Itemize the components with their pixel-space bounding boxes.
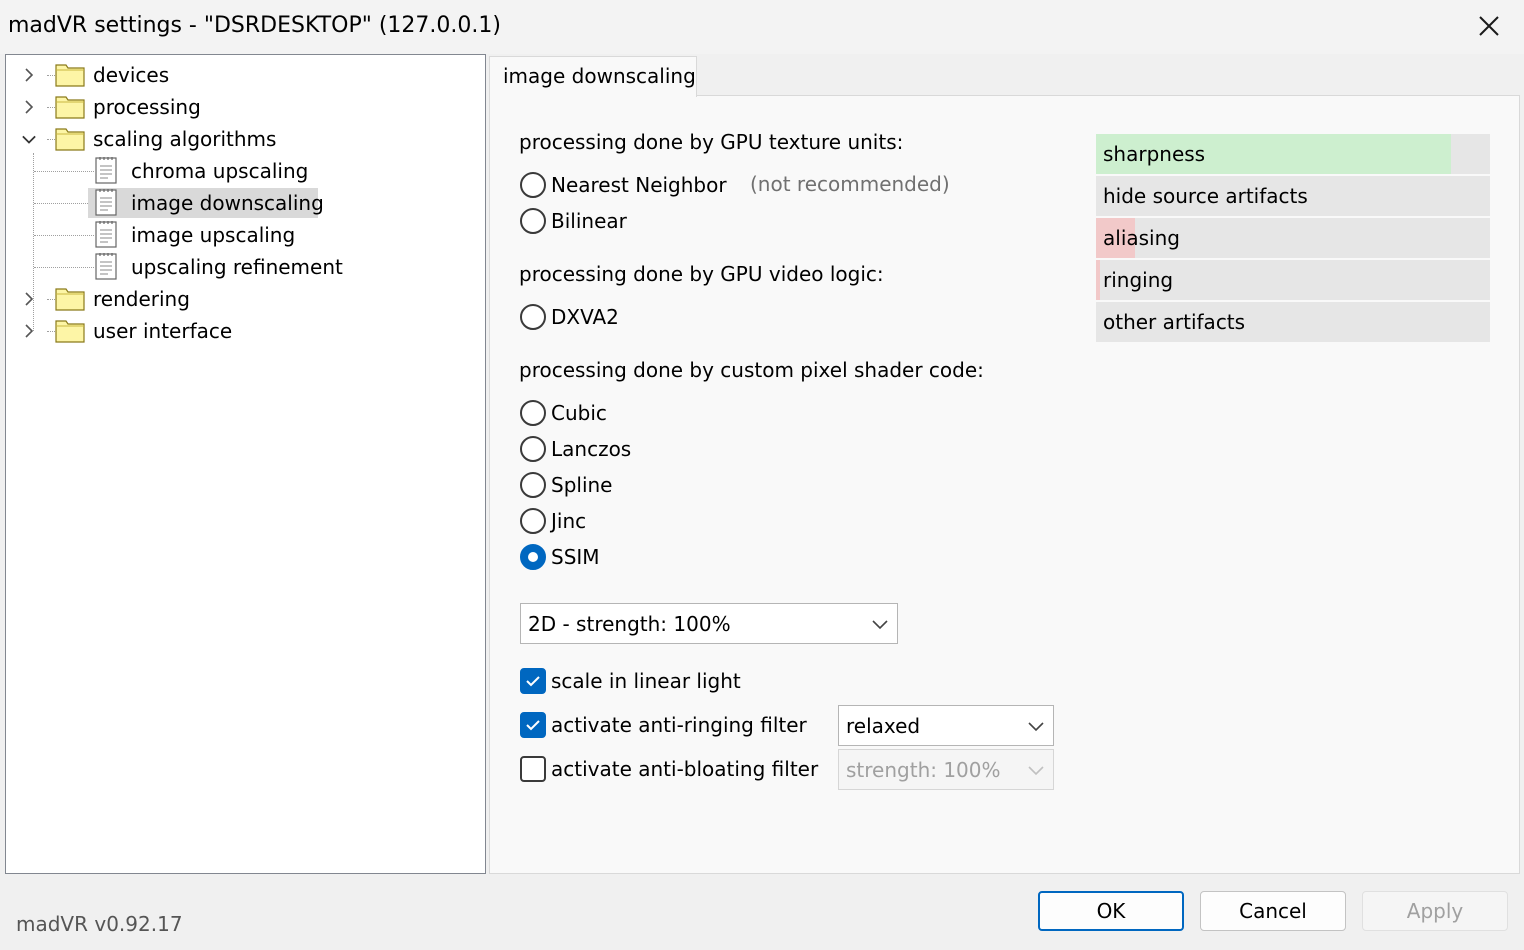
strength-value: 2D - strength: 100% xyxy=(528,611,731,636)
anti-ringing-dropdown[interactable]: relaxed xyxy=(838,705,1054,746)
title-bar: madVR settings - "DSRDESKTOP" (127.0.0.1… xyxy=(0,0,1524,54)
anti-ringing-value: relaxed xyxy=(846,713,921,738)
quality-label: other artifacts xyxy=(1103,310,1246,334)
chevron-right-icon[interactable] xyxy=(22,292,36,306)
radio-dxva2[interactable]: DXVA2 xyxy=(520,304,619,330)
chevron-down-icon xyxy=(1028,765,1044,775)
quality-bar-ringing: ringing xyxy=(1096,260,1490,300)
page-icon xyxy=(94,252,118,285)
radio-label: SSIM xyxy=(551,545,600,569)
chevron-right-icon[interactable] xyxy=(22,100,36,114)
checkbox-linear-light[interactable]: scale in linear light xyxy=(520,668,741,694)
checkbox-anti-ringing[interactable]: activate anti-ringing filter xyxy=(520,712,807,738)
radio-nearest-neighbor[interactable]: Nearest Neighbor xyxy=(520,172,727,198)
radio-circle xyxy=(520,544,546,570)
tree-item-label: scaling algorithms xyxy=(93,127,277,151)
chevron-right-icon[interactable] xyxy=(22,68,36,82)
tree-item-label: user interface xyxy=(93,319,233,343)
quality-bar-aliasing: aliasing xyxy=(1096,218,1490,258)
pixel-shader-label: processing done by custom pixel shader c… xyxy=(519,358,984,382)
tree-item-label: devices xyxy=(93,63,170,87)
folder-icon xyxy=(55,317,85,348)
tree-item-label: upscaling refinement xyxy=(131,255,343,279)
settings-tree[interactable]: devices processing scaling algorithms ch… xyxy=(5,54,486,874)
radio-circle xyxy=(520,400,546,426)
radio-label: Jinc xyxy=(551,509,587,533)
radio-label: Nearest Neighbor xyxy=(551,173,727,197)
anti-bloating-dropdown: strength: 100% xyxy=(838,749,1054,790)
checkbox-label: activate anti-bloating filter xyxy=(551,757,819,781)
radio-jinc[interactable]: Jinc xyxy=(520,508,586,534)
radio-ssim[interactable]: SSIM xyxy=(520,544,600,570)
radio-circle xyxy=(520,436,546,462)
page-icon xyxy=(94,156,118,189)
tab-image-downscaling[interactable]: image downscaling xyxy=(489,56,697,97)
quality-bar-sharpness: sharpness xyxy=(1096,134,1490,174)
radio-cubic[interactable]: Cubic xyxy=(520,400,607,426)
gpu-video-label: processing done by GPU video logic: xyxy=(519,262,884,286)
radio-circle xyxy=(520,472,546,498)
gpu-texture-label: processing done by GPU texture units: xyxy=(519,130,904,154)
tree-connector xyxy=(34,267,94,268)
radio-lanczos[interactable]: Lanczos xyxy=(520,436,631,462)
check-icon xyxy=(526,720,540,731)
radio-label: Bilinear xyxy=(551,209,627,233)
quality-bar-other-artifacts: other artifacts xyxy=(1096,302,1490,342)
quality-label: sharpness xyxy=(1103,142,1206,166)
chevron-right-icon[interactable] xyxy=(22,324,36,338)
checkbox-label: activate anti-ringing filter xyxy=(551,713,807,737)
folder-icon xyxy=(55,61,85,92)
tree-connector xyxy=(34,235,94,236)
checkbox-box xyxy=(520,756,546,782)
check-icon xyxy=(526,676,540,687)
page-icon xyxy=(94,220,118,253)
apply-button: Apply xyxy=(1362,891,1508,931)
radio-circle xyxy=(520,208,546,234)
tree-connector xyxy=(34,171,94,172)
page-icon xyxy=(94,188,118,221)
folder-icon xyxy=(55,285,85,316)
version-label: madVR v0.92.17 xyxy=(16,912,183,936)
chevron-down-icon[interactable] xyxy=(22,132,36,146)
checkbox-box xyxy=(520,668,546,694)
checkbox-box xyxy=(520,712,546,738)
radio-circle xyxy=(520,172,546,198)
quality-label: hide source artifacts xyxy=(1103,184,1308,208)
radio-circle xyxy=(520,304,546,330)
quality-label: aliasing xyxy=(1103,226,1180,250)
checkbox-anti-bloating[interactable]: activate anti-bloating filter xyxy=(520,756,818,782)
checkbox-label: scale in linear light xyxy=(551,669,741,693)
radio-bilinear[interactable]: Bilinear xyxy=(520,208,627,234)
window-title: madVR settings - "DSRDESKTOP" (127.0.0.1… xyxy=(8,13,501,38)
strength-dropdown[interactable]: 2D - strength: 100% xyxy=(520,603,898,644)
chevron-down-icon xyxy=(1028,721,1044,731)
radio-spline[interactable]: Spline xyxy=(520,472,612,498)
radio-circle xyxy=(520,508,546,534)
folder-icon xyxy=(55,93,85,124)
tab-strip: image downscaling xyxy=(489,54,1520,97)
quality-label: ringing xyxy=(1103,268,1174,292)
anti-bloating-value: strength: 100% xyxy=(846,757,1001,782)
chevron-down-icon xyxy=(872,619,888,629)
radio-label: DXVA2 xyxy=(551,305,619,329)
close-icon xyxy=(1479,16,1499,36)
close-button[interactable] xyxy=(1462,4,1516,48)
tree-item-label: image downscaling xyxy=(131,191,324,215)
folder-icon xyxy=(55,125,85,156)
tree-item-label: image upscaling xyxy=(131,223,296,247)
tree-connector xyxy=(34,203,94,204)
tree-item-label: rendering xyxy=(93,287,190,311)
radio-label: Spline xyxy=(551,473,613,497)
quality-bar-hide-source-artifacts: hide source artifacts xyxy=(1096,176,1490,216)
tree-item-label: chroma upscaling xyxy=(131,159,309,183)
not-recommended-note: (not recommended) xyxy=(750,172,950,196)
cancel-button[interactable]: Cancel xyxy=(1200,891,1346,931)
tree-item-label: processing xyxy=(93,95,201,119)
radio-label: Lanczos xyxy=(551,437,632,461)
ok-button[interactable]: OK xyxy=(1038,891,1184,931)
radio-label: Cubic xyxy=(551,401,607,425)
